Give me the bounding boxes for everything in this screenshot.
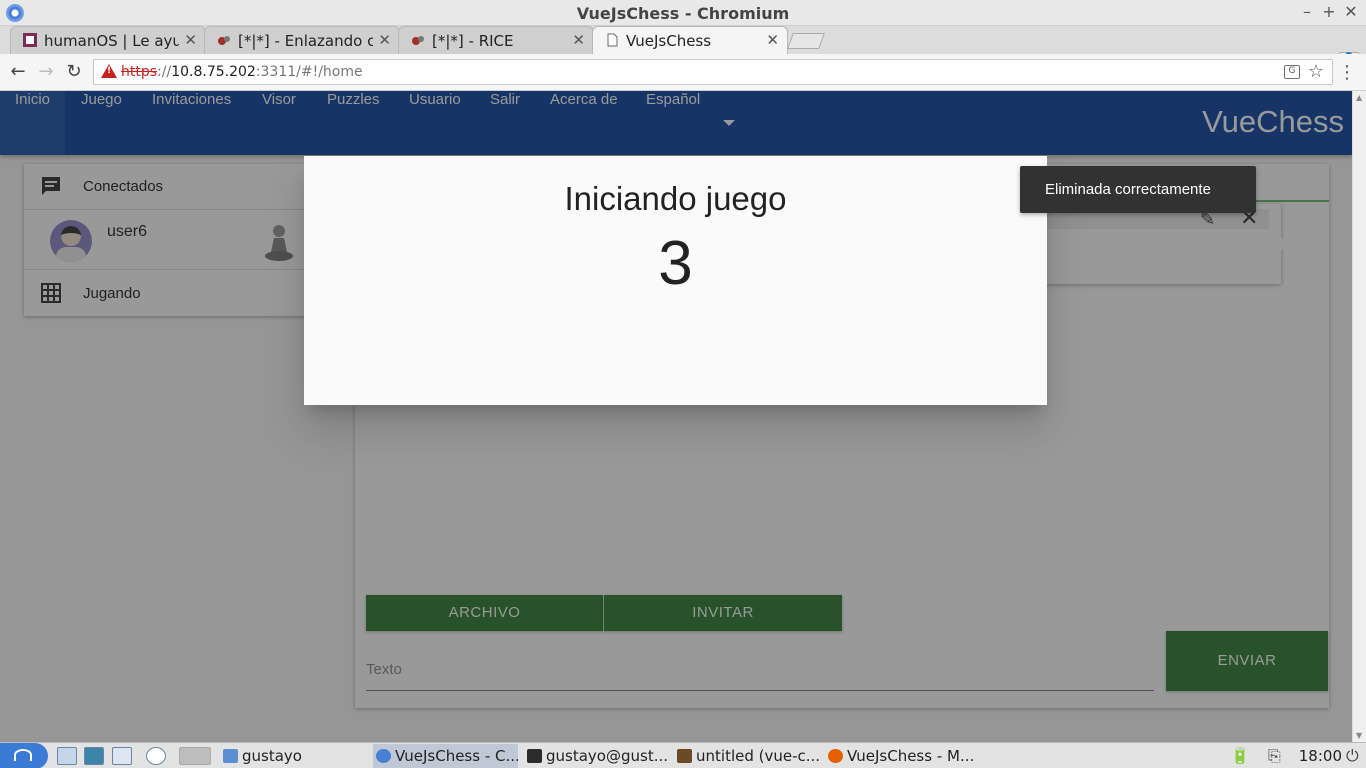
clock[interactable]: 18:00: [1299, 747, 1342, 765]
file-manager-launcher-icon[interactable]: [84, 747, 104, 765]
back-icon[interactable]: ←: [7, 61, 29, 82]
window-title: VueJsChess - Chromium: [576, 4, 790, 23]
translate-icon[interactable]: G: [1284, 65, 1300, 79]
taskbar-item-terminal[interactable]: gustayo@gust...: [524, 744, 669, 768]
forward-icon[interactable]: →: [35, 61, 57, 82]
snackbar-notification: Eliminada correctamente: [1020, 166, 1256, 213]
tab-label: [*|*] - Enlazando co: [238, 32, 373, 50]
tab-label: VueJsChess: [626, 32, 712, 50]
humanos-favicon: [23, 33, 37, 47]
folder-icon: [223, 749, 238, 763]
screen: VueJsChess - Chromium – + ✕ humanOS | Le…: [0, 0, 1366, 768]
power-icon[interactable]: ⏻: [1346, 746, 1359, 766]
close-tab-icon[interactable]: ✕: [184, 31, 197, 49]
battery-icon[interactable]: 🔋: [1230, 746, 1250, 765]
dialog-title: Iniciando juego: [564, 180, 787, 217]
page-content: Inicio Juego Invitaciones Visor Puzzles …: [0, 91, 1352, 742]
chromium-icon: [376, 749, 391, 763]
tab-enlazando[interactable]: [*|*] - Enlazando co ✕: [204, 26, 400, 54]
network-icon[interactable]: ⎘: [1268, 746, 1281, 766]
tab-humanos[interactable]: humanOS | Le ayud ✕: [10, 26, 206, 54]
reload-icon[interactable]: ↻: [63, 61, 85, 82]
rice-favicon: [218, 36, 230, 45]
countdown-number: 3: [658, 229, 693, 298]
terminal-launcher-icon[interactable]: [112, 747, 132, 765]
scroll-down-icon[interactable]: ▼: [1356, 731, 1362, 740]
rice-favicon: [412, 36, 424, 45]
taskbar-item-firefox[interactable]: VueJsChess - M...: [825, 744, 975, 768]
maximize-button[interactable]: +: [1320, 2, 1338, 21]
browser-toolbar: ← → ↻ https://10.8.75.202:3311/#!/home G…: [0, 54, 1366, 91]
window-titlebar: VueJsChess - Chromium – + ✕: [0, 0, 1366, 26]
page-scrollbar[interactable]: ▲ ▼: [1352, 91, 1366, 742]
tab-label: humanOS | Le ayud: [44, 32, 179, 50]
terminal-icon: [527, 749, 542, 763]
chromium-launcher-icon[interactable]: [146, 747, 166, 765]
address-bar[interactable]: https://10.8.75.202:3311/#!/home G ☆: [93, 59, 1333, 85]
taskbar-item-folder[interactable]: gustayo: [220, 744, 370, 768]
new-tab-button[interactable]: [787, 33, 825, 49]
browser-menu-icon[interactable]: ⋮: [1338, 62, 1356, 83]
close-tab-icon[interactable]: ✕: [572, 31, 585, 49]
close-tab-icon[interactable]: ✕: [378, 31, 391, 49]
minimize-button[interactable]: –: [1298, 2, 1316, 21]
tab-label: [*|*] - RICE: [432, 32, 514, 50]
start-menu-button[interactable]: [0, 743, 48, 768]
workspace-switcher[interactable]: [179, 747, 211, 765]
not-secure-warning-icon[interactable]: [101, 64, 117, 78]
page-icon: [607, 33, 618, 47]
url-text: https://10.8.75.202:3311/#!/home: [121, 64, 363, 80]
tab-rice[interactable]: [*|*] - RICE ✕: [398, 26, 594, 54]
taskbar-item-chromium[interactable]: VueJsChess - C...: [373, 744, 518, 768]
close-tab-icon[interactable]: ✕: [766, 31, 779, 49]
bookmark-star-icon[interactable]: ☆: [1308, 61, 1324, 82]
show-desktop-icon[interactable]: [57, 747, 77, 765]
scroll-up-icon[interactable]: ▲: [1356, 93, 1362, 102]
taskbar-item-editor[interactable]: untitled (vue-c...: [674, 744, 819, 768]
close-window-button[interactable]: ✕: [1342, 2, 1360, 21]
tab-strip: humanOS | Le ayud ✕ [*|*] - Enlazando co…: [0, 26, 1366, 70]
tab-vuejschess[interactable]: VueJsChess ✕: [592, 26, 788, 54]
start-game-dialog: Iniciando juego 3: [304, 156, 1047, 405]
editor-icon: [677, 749, 692, 763]
firefox-icon: [828, 749, 843, 763]
os-taskbar: gustayo VueJsChess - C... gustayo@gust..…: [0, 742, 1366, 768]
